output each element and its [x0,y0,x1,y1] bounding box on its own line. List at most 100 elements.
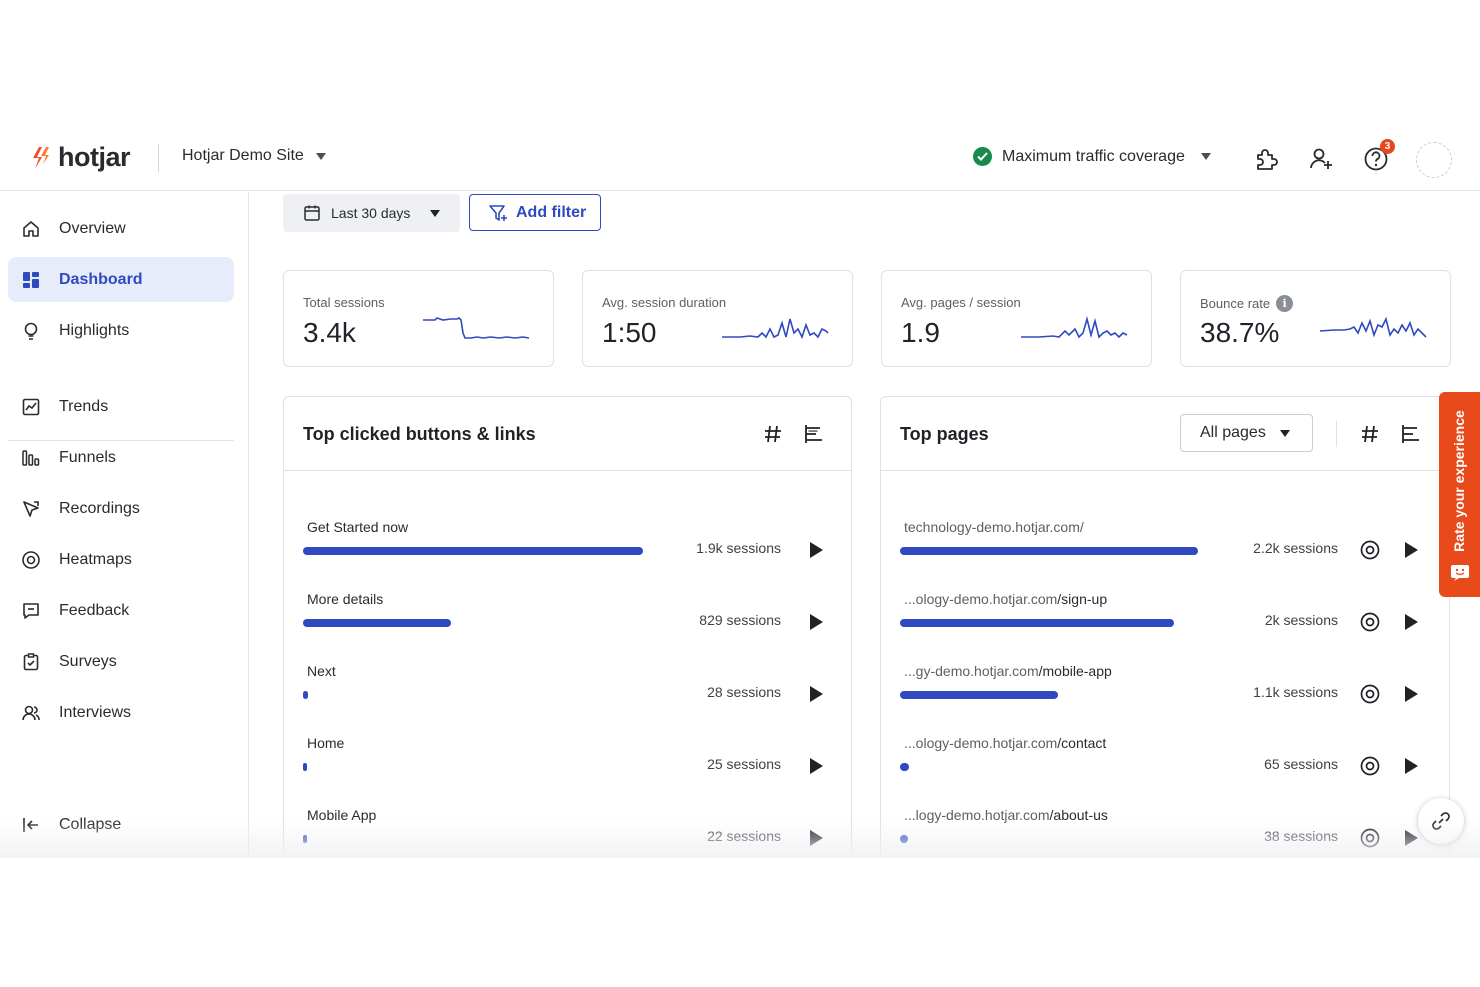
divider [1336,421,1337,447]
home-icon [23,220,39,237]
bar-chart-view-icon[interactable] [1400,423,1422,445]
table-row[interactable]: Get Started now 1.9k sessions [284,519,851,591]
traffic-coverage-selector[interactable]: Maximum traffic coverage [973,147,1211,166]
hash-count-icon[interactable] [1359,423,1381,445]
session-count: 38 sessions [1264,828,1338,844]
sidebar-item-heatmaps[interactable]: Heatmaps [8,537,234,582]
heatmap-icon[interactable] [1359,611,1381,633]
bar-track [900,691,1058,699]
session-count: 2k sessions [1264,612,1338,628]
metric-value: 1.9 [901,317,940,348]
metric-label: Bounce rate i [1200,295,1294,312]
session-bar [303,691,308,699]
bar-track [303,763,307,771]
rate-experience-tab[interactable]: Rate your experience [1439,392,1480,597]
pages-filter-dropdown[interactable]: All pages [1180,414,1313,452]
user-avatar[interactable] [1416,142,1452,178]
page-url-path: /mobile-app [1038,663,1112,679]
table-row[interactable]: More details 829 sessions [284,591,851,663]
metric-label: Avg. pages / session [901,295,1021,310]
metric-card-session-duration[interactable]: Avg. session duration 1:50 [582,270,853,367]
sidebar: Overview Dashboard Highlights Trends Fun… [0,192,249,858]
table-row[interactable]: ...gy-demo.hotjar.com/mobile-app 1.1k ses… [881,663,1449,735]
site-name: Hotjar Demo Site [182,147,304,164]
play-recording-icon[interactable] [807,684,825,704]
table-row[interactable]: Home 25 sessions [284,735,851,807]
integrations-puzzle-icon[interactable] [1252,146,1278,172]
sidebar-item-overview[interactable]: Overview [8,206,234,251]
sparkline [423,317,530,339]
play-recording-icon[interactable] [1402,828,1420,848]
row-label: Next [307,663,336,679]
session-count: 1.1k sessions [1253,684,1338,700]
table-row[interactable]: ...logy-demo.hotjar.com/about-us 38 sessi… [881,807,1449,858]
collapse-button[interactable]: Collapse [8,802,234,847]
sidebar-item-funnels[interactable]: Funnels [8,435,234,480]
sidebar-item-highlights[interactable]: Highlights [8,308,234,353]
coverage-label: Maximum traffic coverage [1002,147,1185,165]
session-count: 28 sessions [707,684,781,700]
caret-down-icon [1200,153,1211,160]
sparkline [722,318,829,340]
page-url-path: /contact [1057,735,1107,751]
date-range-dropdown[interactable]: Last 30 days [283,194,460,232]
notification-badge: 3 [1380,139,1395,154]
sidebar-item-label: Heatmaps [59,550,132,568]
hash-count-icon[interactable] [762,423,784,445]
heatmap-icon[interactable] [1359,683,1381,705]
session-count: 22 sessions [707,828,781,844]
sidebar-item-surveys[interactable]: Surveys [8,639,234,684]
table-row[interactable]: ...ology-demo.hotjar.com/contact 65 sessi… [881,735,1449,807]
invite-user-icon[interactable] [1308,146,1334,172]
sidebar-item-dashboard[interactable]: Dashboard [8,257,234,302]
metric-card-total-sessions[interactable]: Total sessions 3.4k [283,270,554,367]
site-selector[interactable]: Hotjar Demo Site [182,147,326,165]
feedback-icon [23,602,39,619]
hotjar-logo[interactable]: hotjar [30,142,131,173]
play-recording-icon[interactable] [1402,684,1420,704]
sidebar-item-label: Funnels [59,448,116,466]
info-icon[interactable]: i [1276,295,1294,312]
session-bar [900,619,1174,627]
table-row[interactable]: ...ology-demo.hotjar.com/sign-up 2k sessi… [881,591,1449,663]
page-url: technology-demo.hotjar.com/ [904,519,1084,535]
page-url-domain: ...logy-demo.hotjar.com [904,807,1050,823]
table-row[interactable]: technology-demo.hotjar.com/2.2k sessions [881,519,1449,591]
session-count: 25 sessions [707,756,781,772]
heatmap-icon[interactable] [1359,827,1381,849]
metric-card-bounce-rate[interactable]: Bounce rate i 38.7% [1180,270,1451,367]
metric-label: Avg. session duration [602,295,727,310]
play-recording-icon[interactable] [807,828,825,848]
filter-add-icon [489,204,507,221]
copy-link-button[interactable] [1418,798,1464,844]
play-recording-icon[interactable] [1402,612,1420,632]
add-filter-button[interactable]: Add filter [469,194,601,231]
play-recording-icon[interactable] [807,612,825,632]
sidebar-item-recordings[interactable]: Recordings [8,486,234,531]
play-recording-icon[interactable] [1402,540,1420,560]
play-recording-icon[interactable] [807,756,825,776]
session-bar [303,547,643,555]
play-recording-icon[interactable] [807,540,825,560]
sidebar-item-interviews[interactable]: Interviews [8,690,234,735]
session-bar [303,835,307,843]
session-bar [900,691,1058,699]
session-count: 1.9k sessions [696,540,781,556]
sidebar-item-feedback[interactable]: Feedback [8,588,234,633]
table-row[interactable]: Next 28 sessions [284,663,851,735]
play-recording-icon[interactable] [1402,756,1420,776]
session-count: 829 sessions [699,612,781,628]
heatmap-icon[interactable] [1359,539,1381,561]
heatmap-icon[interactable] [1359,755,1381,777]
heatmaps-icon [22,550,40,569]
collapse-label: Collapse [59,815,122,833]
bar-chart-view-icon[interactable] [803,423,825,445]
sidebar-item-trends[interactable]: Trends [8,384,234,429]
panel-header: Top pages All pages [881,397,1449,471]
sidebar-item-label: Recordings [59,499,140,517]
sidebar-item-label: Surveys [59,652,117,670]
table-row[interactable]: Mobile App 22 sessions [284,807,851,858]
metric-card-pages-per-session[interactable]: Avg. pages / session 1.9 [881,270,1152,367]
session-bar [303,763,307,771]
dashboard-content: Last 30 days Add filter Total sessions 3… [250,192,1480,858]
